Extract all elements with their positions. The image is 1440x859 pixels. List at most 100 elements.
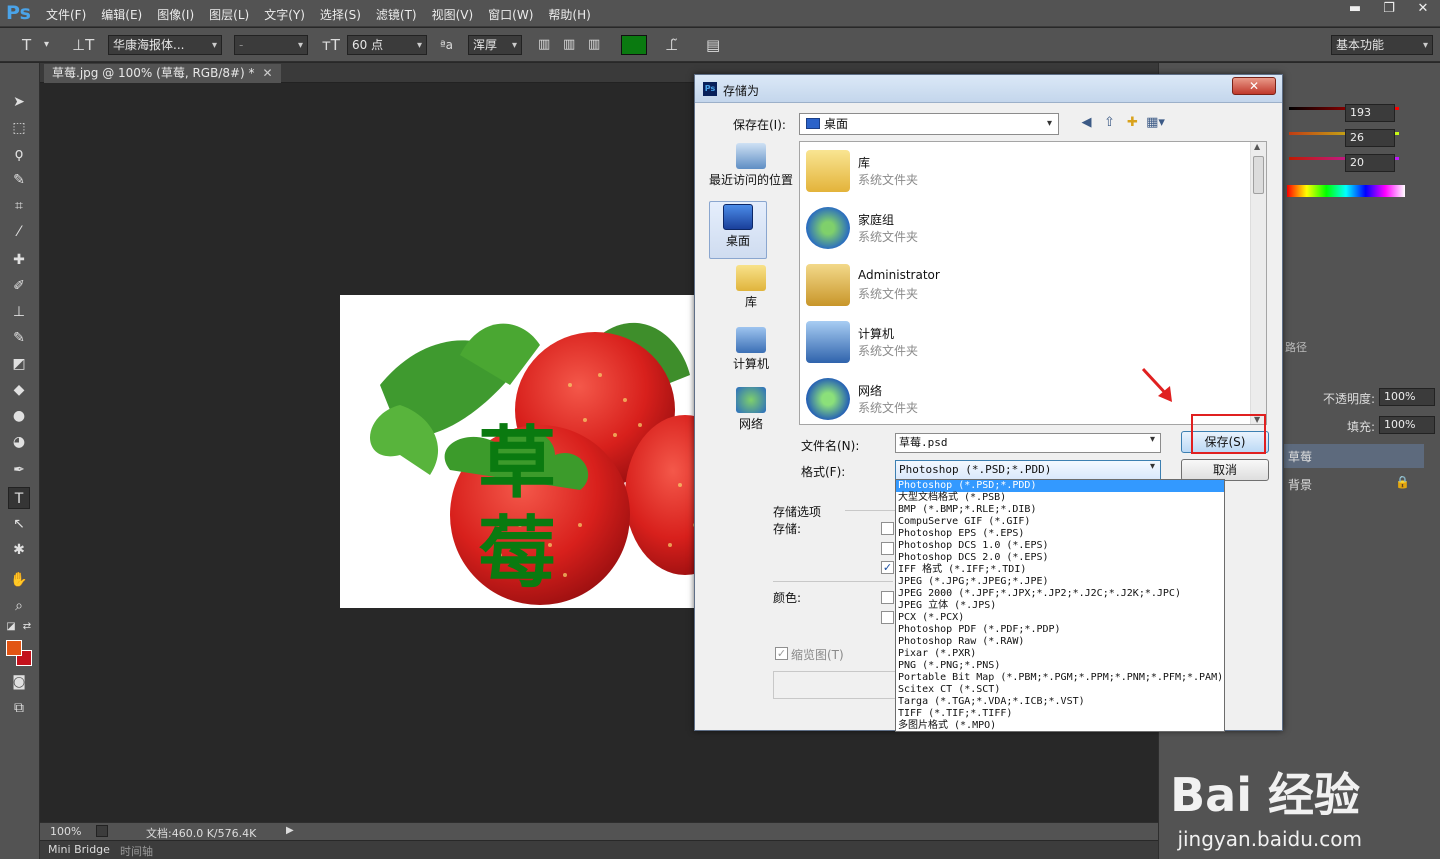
move-tool-icon[interactable]: ➤ bbox=[8, 91, 30, 113]
format-option[interactable]: JPEG 立体 (*.JPS) bbox=[896, 600, 1224, 612]
format-option[interactable]: PCX (*.PCX) bbox=[896, 612, 1224, 624]
quick-mask-icon[interactable]: ◙ bbox=[8, 671, 30, 693]
format-select[interactable]: Photoshop (*.PSD;*.PDD) bbox=[895, 460, 1161, 480]
quick-selection-tool-icon[interactable]: ✎ bbox=[8, 169, 30, 191]
green-value-input[interactable]: 26 bbox=[1345, 129, 1395, 147]
format-option[interactable]: JPEG (*.JPG;*.JPEG;*.JPE) bbox=[896, 576, 1224, 588]
scroll-up-icon[interactable]: ▲ bbox=[1254, 142, 1260, 151]
format-option[interactable]: Targa (*.TGA;*.VDA;*.ICB;*.VST) bbox=[896, 696, 1224, 708]
save-in-select[interactable]: 桌面 bbox=[799, 113, 1059, 135]
menu-filter[interactable]: 滤镜(T) bbox=[376, 6, 417, 23]
format-option[interactable]: Scitex CT (*.SCT) bbox=[896, 684, 1224, 696]
align-center-icon[interactable]: ▥ bbox=[563, 35, 575, 55]
pen-tool-icon[interactable]: ✒ bbox=[8, 459, 30, 481]
up-folder-icon[interactable]: ⇧ bbox=[1098, 115, 1121, 133]
format-dropdown-list[interactable]: Photoshop (*.PSD;*.PDD) 大型文档格式 (*.PSB) B… bbox=[895, 479, 1225, 732]
clone-stamp-tool-icon[interactable]: ⊥ bbox=[8, 301, 30, 323]
view-menu-icon[interactable]: ▦▾ bbox=[1144, 115, 1167, 133]
place-computer[interactable]: 计算机 bbox=[707, 325, 795, 383]
use-proof-setup-checkbox[interactable] bbox=[881, 591, 894, 604]
file-list[interactable]: 库 系统文件夹 家庭组 系统文件夹 Administrator 系统文件夹 计算… bbox=[799, 141, 1267, 425]
font-family-select[interactable]: 华康海报体... bbox=[108, 35, 222, 55]
document-tab[interactable]: 草莓.jpg @ 100% (草莓, RGB/8#) * ✕ bbox=[44, 64, 281, 83]
history-brush-tool-icon[interactable]: ✎ bbox=[8, 327, 30, 349]
path-selection-tool-icon[interactable]: ↖ bbox=[8, 513, 30, 535]
menu-type[interactable]: 文字(Y) bbox=[264, 6, 305, 23]
hand-tool-icon[interactable]: ✋ bbox=[8, 569, 30, 591]
format-option[interactable]: BMP (*.BMP;*.RLE;*.DIB) bbox=[896, 504, 1224, 516]
eyedropper-tool-icon[interactable]: ⁄ bbox=[8, 221, 30, 243]
align-right-icon[interactable]: ▥ bbox=[588, 35, 600, 55]
format-option[interactable]: PNG (*.PNG;*.PNS) bbox=[896, 660, 1224, 672]
shape-tool-icon[interactable]: ✱ bbox=[8, 539, 30, 561]
document-canvas[interactable]: 草莓 bbox=[340, 295, 720, 608]
back-icon[interactable]: ◀ bbox=[1075, 115, 1098, 133]
status-menu-arrow-icon[interactable]: ▶ bbox=[286, 825, 294, 836]
close-window-button[interactable]: ✕ bbox=[1406, 0, 1440, 20]
cancel-button[interactable]: 取消 bbox=[1181, 459, 1269, 481]
zoom-tool-icon[interactable]: ⌕ bbox=[8, 595, 30, 617]
format-option[interactable]: Photoshop PDF (*.PDF;*.PDP) bbox=[896, 624, 1224, 636]
blue-value-input[interactable]: 20 bbox=[1345, 154, 1395, 172]
format-option[interactable]: Portable Bit Map (*.PBM;*.PGM;*.PPM;*.PN… bbox=[896, 672, 1224, 684]
close-tab-icon[interactable]: ✕ bbox=[263, 66, 273, 80]
healing-brush-tool-icon[interactable]: ✚ bbox=[8, 249, 30, 271]
screen-mode-icon[interactable]: ⧉ bbox=[8, 697, 30, 719]
workspace-select[interactable]: 基本功能 bbox=[1331, 35, 1433, 55]
menu-window[interactable]: 窗口(W) bbox=[488, 6, 533, 23]
canvas-text-layer[interactable]: 草莓 bbox=[472, 419, 562, 599]
layer-row-background[interactable]: 背景 bbox=[1284, 472, 1424, 496]
fill-input[interactable]: 100% bbox=[1379, 416, 1435, 434]
thumbnail-checkbox[interactable]: ✓ bbox=[775, 647, 788, 660]
warp-text-icon[interactable]: ⊥̃ bbox=[665, 35, 678, 55]
tab-mini-bridge[interactable]: Mini Bridge bbox=[48, 843, 110, 856]
list-item[interactable]: 计算机 系统文件夹 bbox=[806, 315, 1226, 367]
format-option[interactable]: JPEG 2000 (*.JPF;*.JPX;*.JP2;*.J2C;*.J2K… bbox=[896, 588, 1224, 600]
antialias-select[interactable]: 浑厚 bbox=[468, 35, 522, 55]
default-colors-icon[interactable]: ◪ bbox=[4, 616, 18, 638]
zoom-level[interactable]: 100% bbox=[50, 825, 81, 838]
type-tool-icon[interactable]: T bbox=[22, 35, 31, 55]
place-desktop[interactable]: 桌面 bbox=[709, 201, 767, 259]
layer-row-text[interactable]: 草莓 bbox=[1284, 444, 1424, 468]
file-list-scrollbar[interactable]: ▲ ▼ bbox=[1250, 142, 1266, 424]
red-value-input[interactable]: 193 bbox=[1345, 104, 1395, 122]
alpha-channels-checkbox[interactable] bbox=[881, 542, 894, 555]
list-item[interactable]: 家庭组 系统文件夹 bbox=[806, 201, 1226, 253]
format-option[interactable]: TIFF (*.TIF;*.TIFF) bbox=[896, 708, 1224, 720]
text-color-swatch[interactable] bbox=[621, 35, 647, 55]
format-option[interactable]: Pixar (*.PXR) bbox=[896, 648, 1224, 660]
format-option[interactable]: IFF 格式 (*.IFF;*.TDI) bbox=[896, 564, 1224, 576]
tool-preset-chevron-icon[interactable]: ▾ bbox=[44, 35, 49, 55]
type-tool-selected-icon[interactable]: T bbox=[8, 487, 30, 509]
format-option[interactable]: Photoshop DCS 2.0 (*.EPS) bbox=[896, 552, 1224, 564]
opacity-input[interactable]: 100% bbox=[1379, 388, 1435, 406]
place-network[interactable]: 网络 bbox=[707, 385, 795, 443]
dodge-tool-icon[interactable]: ◕ bbox=[8, 431, 30, 453]
marquee-tool-icon[interactable]: ⬚ bbox=[8, 117, 30, 139]
menu-file[interactable]: 文件(F) bbox=[46, 6, 86, 23]
font-size-select[interactable]: 60 点 bbox=[347, 35, 427, 55]
format-option[interactable]: 多图片格式 (*.MPO) bbox=[896, 720, 1224, 731]
place-library[interactable]: 库 bbox=[707, 263, 795, 321]
dialog-title-bar[interactable]: Ps 存储为 ✕ bbox=[695, 75, 1282, 103]
swap-colors-icon[interactable]: ⇄ bbox=[20, 616, 34, 638]
color-ramp[interactable] bbox=[1287, 185, 1405, 197]
brush-tool-icon[interactable]: ✐ bbox=[8, 275, 30, 297]
paths-tab[interactable]: 路径 bbox=[1285, 339, 1307, 355]
format-option[interactable]: Photoshop Raw (*.RAW) bbox=[896, 636, 1224, 648]
align-left-icon[interactable]: ▥ bbox=[538, 35, 550, 55]
format-option[interactable]: 大型文档格式 (*.PSB) bbox=[896, 492, 1224, 504]
format-option[interactable]: Photoshop DCS 1.0 (*.EPS) bbox=[896, 540, 1224, 552]
menu-select[interactable]: 选择(S) bbox=[320, 6, 361, 23]
tab-timeline[interactable]: 时间轴 bbox=[120, 843, 153, 859]
status-info-icon[interactable] bbox=[96, 825, 108, 837]
place-recent[interactable]: 最近访问的位置 bbox=[707, 141, 795, 199]
layers-checkbox[interactable]: ✓ bbox=[881, 561, 894, 574]
scroll-thumb[interactable] bbox=[1253, 156, 1264, 194]
text-orientation-icon[interactable]: ⊥T bbox=[72, 35, 94, 55]
lasso-tool-icon[interactable]: ϙ bbox=[8, 143, 30, 165]
format-option[interactable]: Photoshop EPS (*.EPS) bbox=[896, 528, 1224, 540]
dialog-close-button[interactable]: ✕ bbox=[1232, 77, 1276, 95]
crop-tool-icon[interactable]: ⌗ bbox=[8, 195, 30, 217]
